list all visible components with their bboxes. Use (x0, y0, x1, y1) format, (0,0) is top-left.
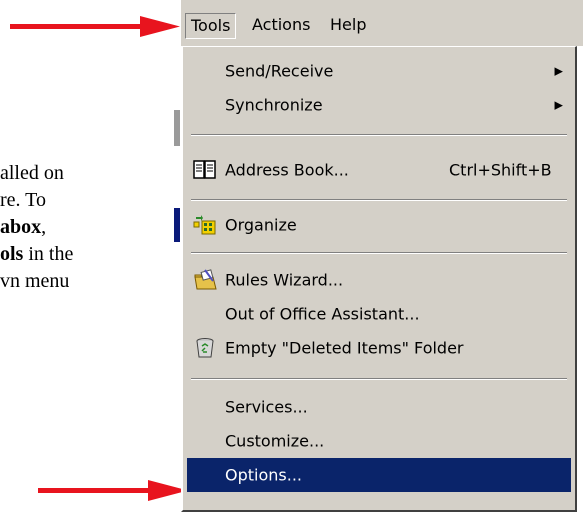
menu-item-shortcut: Ctrl+Shift+B (449, 160, 552, 180)
menu-item-label: Services... (225, 397, 308, 417)
tools-dropdown-menu: Send/Receive ▶ Synchronize ▶ Address Boo… (181, 46, 577, 512)
doc-line: abox, (0, 214, 180, 241)
menu-actions-label: Actions (252, 15, 311, 34)
doc-line: alled on (0, 160, 180, 187)
menu-item-label: Rules Wizard... (225, 270, 344, 290)
background-title-fragment (174, 208, 180, 242)
arrow-head (140, 16, 180, 37)
doc-line-text: re. To (0, 189, 46, 211)
menubar: Tools Actions Help (181, 0, 583, 46)
menu-item-out-of-office[interactable]: Out of Office Assistant... (187, 297, 571, 331)
menu-tools[interactable]: Tools (185, 13, 237, 39)
background-document-text: alled on re. To abox, ols in the vn menu (0, 160, 180, 295)
menu-item-label: Out of Office Assistant... (225, 304, 420, 324)
doc-line-text: , (41, 216, 47, 238)
recycle-bin-icon (196, 338, 214, 358)
menu-item-options[interactable]: Options... (187, 458, 571, 492)
submenu-arrow-icon: ▶ (554, 64, 563, 78)
menu-item-label: Organize (225, 215, 297, 235)
menu-actions[interactable]: Actions (247, 13, 315, 37)
menu-separator (191, 199, 567, 201)
menu-item-address-book[interactable]: Address Book... Ctrl+Shift+B (187, 153, 571, 187)
menu-tools-label: Tools (191, 16, 231, 35)
doc-line-text: in the (23, 243, 74, 265)
menu-item-label: Empty "Deleted Items" Folder (225, 338, 464, 358)
arrow-to-options (38, 480, 188, 501)
menu-item-empty-deleted-items[interactable]: Empty "Deleted Items" Folder (187, 331, 571, 365)
menu-item-label: Synchronize (225, 95, 323, 115)
doc-line: vn menu (0, 268, 180, 295)
menu-item-rules-wizard[interactable]: Rules Wizard... (187, 263, 571, 297)
menu-item-label: Options... (225, 465, 302, 485)
menu-item-send-receive[interactable]: Send/Receive ▶ (187, 54, 571, 88)
menu-separator (191, 252, 567, 254)
menu-item-label: Address Book... (225, 160, 349, 180)
menu-separator (191, 134, 567, 136)
menu-separator (191, 378, 567, 380)
menu-help-label: Help (330, 15, 367, 34)
arrow-to-tools (10, 16, 180, 37)
background-window-fragment (174, 110, 180, 146)
doc-line-bold: ols (0, 243, 24, 265)
menu-item-label: Customize... (225, 431, 325, 451)
menu-item-organize[interactable]: Organize (187, 208, 571, 242)
rules-wizard-icon (194, 269, 217, 290)
menu-item-services[interactable]: Services... (187, 390, 571, 424)
arrow-shaft (10, 24, 145, 29)
doc-line: ols in the (0, 241, 180, 268)
doc-line-text: vn menu (0, 270, 70, 292)
doc-line: re. To (0, 187, 180, 214)
organize-icon (193, 215, 216, 235)
doc-line-text: alled on (0, 162, 64, 184)
menu-item-customize[interactable]: Customize... (187, 424, 571, 458)
menu-item-synchronize[interactable]: Synchronize ▶ (187, 88, 571, 122)
doc-line-bold: abox (0, 216, 42, 238)
submenu-arrow-icon: ▶ (554, 98, 563, 112)
menu-item-label: Send/Receive (225, 61, 334, 81)
menu-help[interactable]: Help (325, 13, 371, 37)
address-book-icon (193, 160, 216, 179)
arrow-shaft (38, 488, 153, 493)
